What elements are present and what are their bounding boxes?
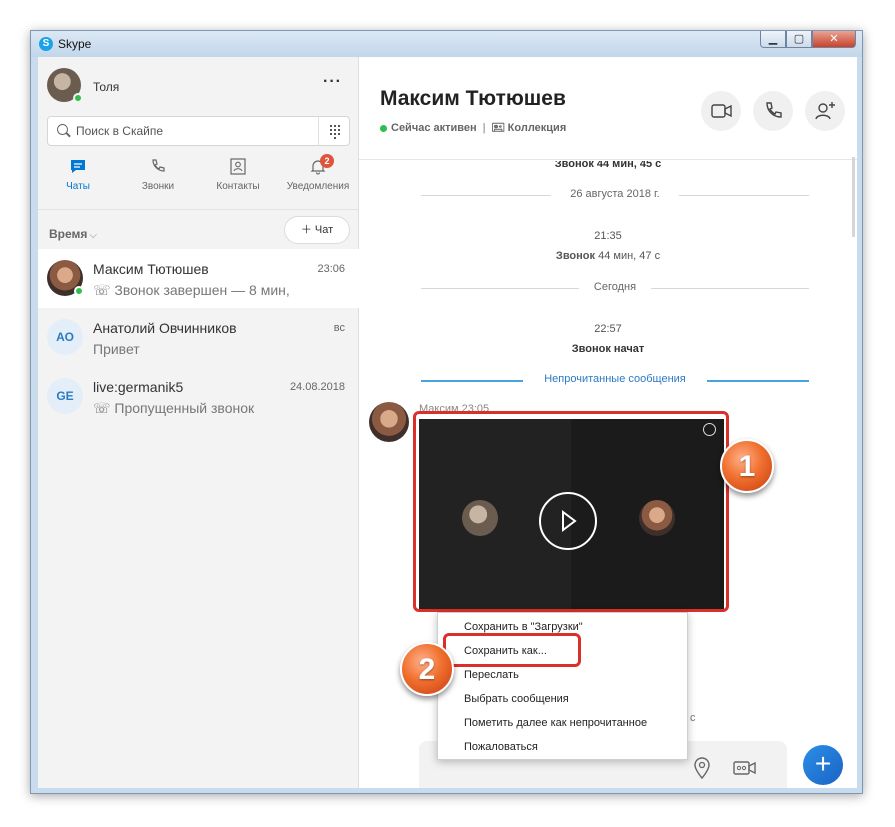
online-status-icon xyxy=(380,124,387,132)
search-icon xyxy=(57,124,68,135)
chat-preview: Привет xyxy=(93,341,140,357)
minimize-button[interactable]: ▁ xyxy=(760,31,786,48)
chat-name: Максим Тютюшев xyxy=(93,261,209,277)
chat-time: вс xyxy=(333,322,345,334)
menu-item-select-messages[interactable]: Выбрать сообщения xyxy=(464,693,569,705)
window-controls: ▁ ▢ ✕ xyxy=(760,31,856,49)
add-people-button[interactable] xyxy=(805,91,845,131)
close-button[interactable]: ✕ xyxy=(812,31,856,48)
partial-text: с xyxy=(690,712,696,724)
chat-name: live:germanik5 xyxy=(93,379,184,395)
phone-icon xyxy=(149,158,167,175)
location-icon xyxy=(694,757,710,780)
avatar: АО xyxy=(47,319,83,355)
nav-tabs: Чаты Звонки Контакты 2 Уведомления xyxy=(38,154,359,198)
sort-label: Время xyxy=(49,227,88,241)
chat-name: Анатолий Овчинников xyxy=(93,320,237,336)
online-status-icon xyxy=(73,93,83,103)
event-time: 22:57 xyxy=(594,323,622,335)
avatar[interactable] xyxy=(369,402,409,442)
divider xyxy=(38,209,359,210)
chevron-down-icon: ⌵ xyxy=(89,230,97,241)
presence-status: Сейчас активен | 🖭 Коллекция xyxy=(380,119,566,138)
chat-list-item[interactable]: GE live:germanik5 24.08.2018 ☏ Пропущенн… xyxy=(38,367,359,426)
bell-icon: 2 xyxy=(309,154,334,175)
callout-badge: 2 xyxy=(400,642,454,696)
highlight-frame xyxy=(443,633,581,667)
menu-item-mark-unread[interactable]: Пометить далее как непрочитанное xyxy=(464,717,647,729)
date-separator: Сегодня xyxy=(421,281,809,295)
video-call-button[interactable] xyxy=(701,91,741,131)
date-separator: 26 августа 2018 г. xyxy=(421,188,809,202)
tab-calls[interactable]: Звонки xyxy=(118,158,198,192)
call-event: Звонок 44 мин, 45 с xyxy=(554,161,662,170)
sort-dropdown[interactable]: Время ⌵ xyxy=(49,227,97,241)
status-text: Сейчас активен xyxy=(391,122,477,134)
collection-link[interactable]: 🖭 Коллекция xyxy=(492,122,567,134)
search-box[interactable] xyxy=(47,116,350,146)
search-input[interactable] xyxy=(76,124,316,138)
separator: | xyxy=(482,122,486,134)
chat-time: 23:06 xyxy=(317,263,345,275)
add-content-button[interactable]: + xyxy=(803,745,843,785)
unread-separator: Непрочитанные сообщения xyxy=(421,373,809,387)
tab-label: Уведомления xyxy=(286,181,350,192)
video-call-icon xyxy=(711,104,732,118)
window-title: Skype xyxy=(58,37,92,51)
tab-label: Чаты xyxy=(66,181,90,192)
more-options-button[interactable]: ··· xyxy=(323,73,342,91)
online-status-icon xyxy=(74,286,84,296)
chat-icon xyxy=(69,158,87,175)
contacts-icon xyxy=(229,158,247,175)
menu-item-report[interactable]: Пожаловаться xyxy=(464,741,538,753)
menu-item-save-downloads[interactable]: Сохранить в "Загрузки" xyxy=(464,621,583,633)
scrollbar[interactable] xyxy=(852,157,855,237)
add-person-icon xyxy=(815,102,835,120)
tab-label: Контакты xyxy=(216,181,260,192)
callout-badge: 1 xyxy=(720,439,774,493)
chat-list-item[interactable]: Максим Тютюшев 23:06 ☏ Звонок завершен —… xyxy=(38,249,359,308)
avatar: GE xyxy=(47,378,83,414)
tab-label: Звонки xyxy=(141,181,175,192)
header-divider xyxy=(359,159,857,160)
profile-name[interactable]: Толя xyxy=(93,80,119,94)
sidebar: Толя ··· Чаты xyxy=(38,57,359,788)
tab-chats[interactable]: Чаты xyxy=(38,158,118,192)
highlight-frame xyxy=(413,411,729,612)
tab-notifications[interactable]: 2 Уведомления xyxy=(278,154,358,192)
audio-call-button[interactable] xyxy=(753,91,793,131)
video-message-icon xyxy=(733,761,756,775)
dialpad-icon[interactable] xyxy=(318,117,349,145)
chat-time: 24.08.2018 xyxy=(289,381,345,393)
chat-list-item[interactable]: АО Анатолий Овчинников вс Привет xyxy=(38,308,359,367)
title-bar: S Skype ▁ ▢ ✕ xyxy=(31,31,862,57)
phone-call-icon xyxy=(766,102,782,118)
event-time: 21:35 xyxy=(594,230,622,242)
maximize-button[interactable]: ▢ xyxy=(786,31,812,48)
tab-contacts[interactable]: Контакты xyxy=(198,158,278,192)
call-event: Звонок начат xyxy=(571,343,645,355)
conversation-title[interactable]: Максим Тютюшев xyxy=(380,87,566,111)
menu-item-forward[interactable]: Переслать xyxy=(464,669,519,681)
skype-logo-icon: S xyxy=(39,37,53,51)
new-chat-button[interactable]: ＋ Чат xyxy=(284,216,350,244)
call-event: Звонок 44 мин, 47 с xyxy=(555,250,661,262)
chat-preview: ☏ Звонок завершен — 8 мин, xyxy=(93,282,290,298)
chat-preview: ☏ Пропущенный звонок xyxy=(93,400,255,416)
notification-badge: 2 xyxy=(320,154,334,168)
